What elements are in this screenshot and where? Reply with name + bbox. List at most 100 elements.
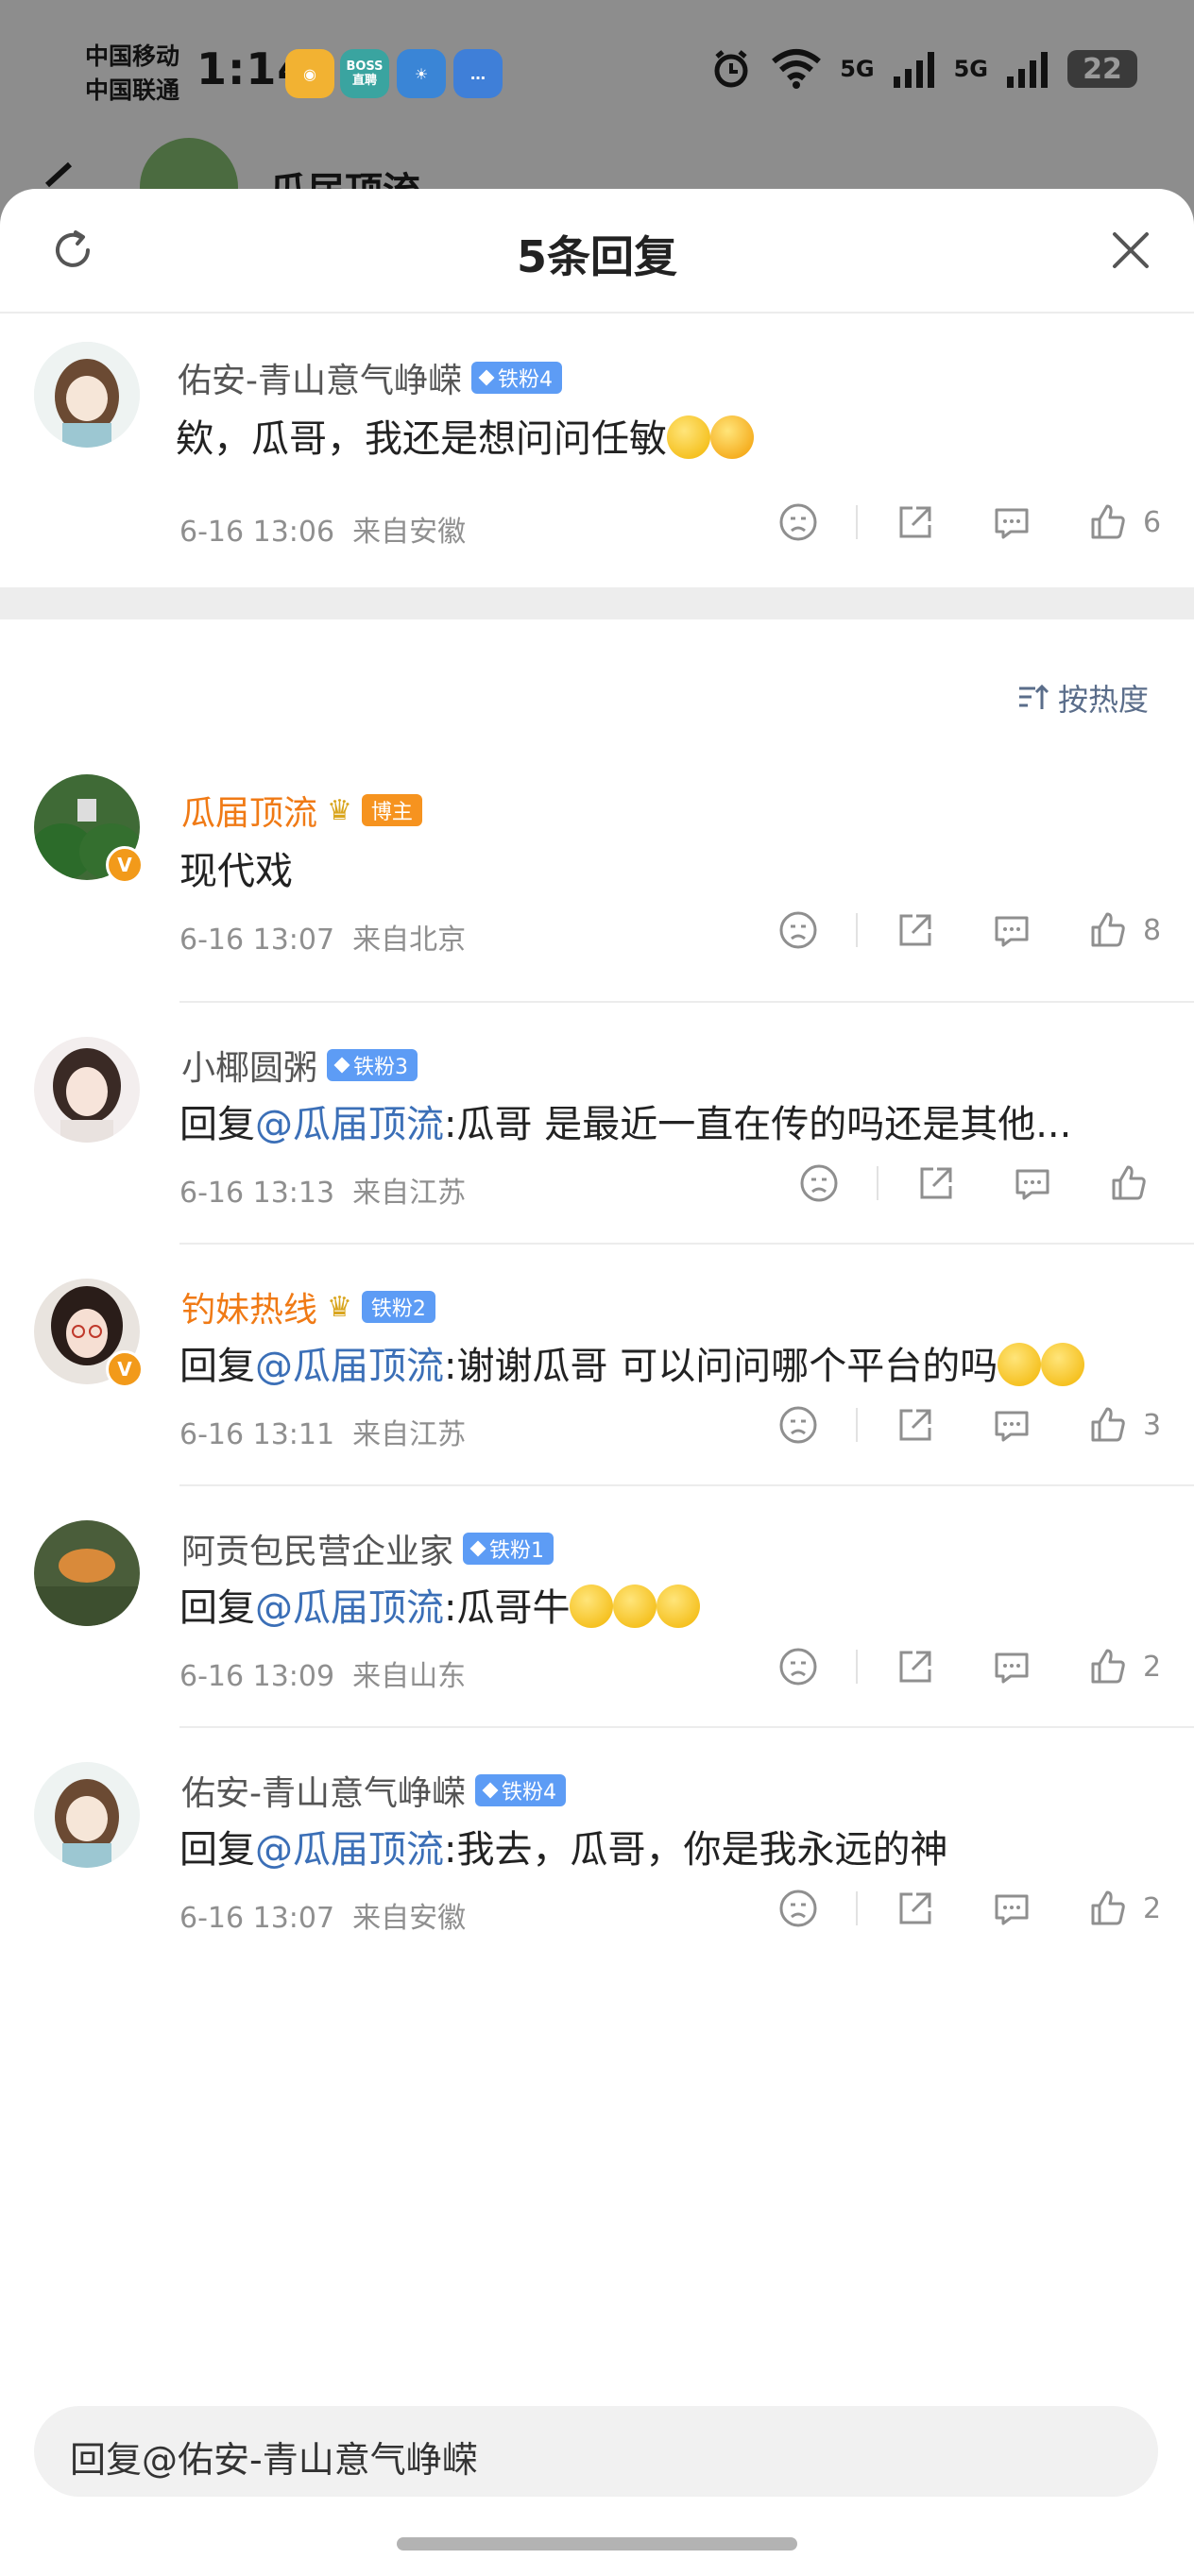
dislike-icon[interactable] bbox=[776, 908, 820, 952]
reply-text[interactable]: 现代戏 bbox=[179, 840, 293, 895]
diamond-icon bbox=[469, 1540, 486, 1557]
reply-text[interactable]: 回复@瓜届顶流:瓜哥牛 bbox=[179, 1577, 701, 1632]
share-icon[interactable] bbox=[914, 1161, 958, 1205]
like-count: 6 bbox=[1143, 505, 1162, 539]
status-indicators: 5G 5G 22 bbox=[709, 47, 1137, 91]
sheet-header: 5条回复 bbox=[0, 189, 1194, 314]
sort-by-hot-button[interactable]: 按热度 bbox=[1016, 676, 1149, 720]
share-icon[interactable] bbox=[894, 1403, 937, 1447]
like-icon[interactable] bbox=[1086, 1403, 1130, 1447]
mention-link[interactable]: @瓜届顶流 bbox=[255, 1345, 444, 1388]
reply-meta: 6-16 13:13 来自江苏 bbox=[179, 1177, 467, 1210]
like-icon[interactable] bbox=[1107, 1161, 1151, 1205]
network-1-label: 5G bbox=[840, 56, 875, 82]
dislike-icon[interactable] bbox=[776, 1887, 820, 1930]
fan-badge: 铁粉4 bbox=[471, 362, 562, 394]
divider bbox=[856, 913, 858, 947]
reply-item: 小椰圆粥 铁粉3 回复@瓜届顶流:瓜哥 是最近一直在传的吗还是其他... 6-1… bbox=[0, 1003, 1194, 1245]
weather-app-icon: ☀ bbox=[397, 49, 446, 98]
like-icon[interactable] bbox=[1086, 1645, 1130, 1688]
comment-icon[interactable] bbox=[990, 908, 1033, 952]
share-icon[interactable] bbox=[894, 1645, 937, 1688]
dislike-icon[interactable] bbox=[776, 1403, 820, 1447]
mention-link[interactable]: @瓜届顶流 bbox=[255, 1103, 444, 1146]
diamond-icon bbox=[478, 369, 495, 386]
tongue-emoji-icon bbox=[657, 1585, 701, 1628]
comment-icon[interactable] bbox=[990, 500, 1033, 544]
replies-sheet: 5条回复 佑安-青山意气峥嵘 铁粉4 欸，瓜哥，我还是想问问任敏 6-16 13… bbox=[0, 189, 1194, 2576]
dislike-icon[interactable] bbox=[797, 1161, 841, 1205]
fan-badge: 铁粉2 bbox=[361, 1291, 435, 1323]
like-icon[interactable] bbox=[1086, 500, 1130, 544]
sort-icon bbox=[1018, 684, 1049, 709]
wifi-icon bbox=[772, 49, 822, 89]
reply-input-placeholder: 回复@佑安-青山意气峥嵘 bbox=[70, 2439, 478, 2481]
divider bbox=[856, 1650, 858, 1684]
reply-actions bbox=[797, 1161, 1151, 1205]
reply-item: 佑安-青山意气峥嵘 铁粉4 回复@瓜届顶流:我去，瓜哥，你是我永远的神 6-16… bbox=[0, 1728, 1194, 1970]
crying-emoji-icon bbox=[1041, 1343, 1085, 1386]
host-badge: 博主 bbox=[361, 794, 422, 826]
mention-link[interactable]: @瓜届顶流 bbox=[255, 1586, 444, 1630]
name-row: 阿贡包民营企业家 铁粉1 bbox=[181, 1524, 554, 1573]
comment-icon[interactable] bbox=[1011, 1161, 1054, 1205]
signal-2-icon bbox=[1007, 52, 1048, 88]
avatar[interactable] bbox=[34, 342, 140, 448]
sort-row: 按热度 bbox=[0, 619, 1194, 761]
comment-text[interactable]: 欸，瓜哥，我还是想问问任敏 bbox=[176, 408, 754, 463]
reply-meta: 6-16 13:07 来自安徽 bbox=[179, 1902, 467, 1935]
verified-icon: V bbox=[106, 846, 144, 884]
avatar[interactable] bbox=[34, 1762, 140, 1868]
diamond-icon bbox=[333, 1057, 350, 1074]
crown-icon: ♛ bbox=[327, 1290, 352, 1324]
name-row: 瓜届顶流 ♛ 博主 bbox=[181, 786, 422, 835]
battery-indicator: 22 bbox=[1067, 50, 1137, 88]
name-row: 小椰圆粥 铁粉3 bbox=[181, 1041, 418, 1090]
fan-badge: 铁粉3 bbox=[327, 1049, 418, 1081]
fan-badge: 铁粉4 bbox=[475, 1774, 566, 1806]
reply-text[interactable]: 回复@瓜届顶流:瓜哥 是最近一直在传的吗还是其他... bbox=[179, 1093, 1071, 1148]
username[interactable]: 小椰圆粥 bbox=[181, 1041, 317, 1090]
reply-actions: 2 bbox=[776, 1887, 1162, 1930]
reply-item: V 瓜届顶流 ♛ 博主 现代戏 6-16 13:07 来自北京 8 bbox=[0, 761, 1194, 1003]
share-icon[interactable] bbox=[894, 1887, 937, 1930]
emoji-icon bbox=[667, 415, 710, 459]
home-indicator[interactable] bbox=[397, 2537, 797, 2551]
reply-actions: 8 bbox=[776, 908, 1162, 952]
username[interactable]: 佑安-青山意气峥嵘 bbox=[181, 1766, 466, 1815]
crying-emoji-icon bbox=[998, 1343, 1042, 1386]
comment-icon[interactable] bbox=[990, 1887, 1033, 1930]
comment-meta: 6-16 13:06 来自安徽 bbox=[179, 516, 467, 549]
username[interactable]: 阿贡包民营企业家 bbox=[181, 1524, 453, 1573]
dislike-icon[interactable] bbox=[776, 500, 820, 544]
close-icon[interactable] bbox=[1109, 229, 1152, 272]
like-icon[interactable] bbox=[1086, 908, 1130, 952]
reply-meta: 6-16 13:07 来自北京 bbox=[179, 924, 467, 957]
reply-actions: 2 bbox=[776, 1645, 1162, 1688]
like-count: 2 bbox=[1143, 1650, 1162, 1684]
reply-actions: 3 bbox=[776, 1403, 1162, 1447]
username[interactable]: 瓜届顶流 bbox=[181, 786, 317, 835]
avatar[interactable] bbox=[34, 1037, 140, 1143]
verified-icon: V bbox=[106, 1350, 144, 1388]
reply-text[interactable]: 回复@瓜届顶流:我去，瓜哥，你是我永远的神 bbox=[179, 1819, 947, 1873]
comment-icon[interactable] bbox=[990, 1403, 1033, 1447]
boss-zhipin-app-icon: BOSS 直聘 bbox=[340, 49, 389, 98]
carrier-2: 中国联通 bbox=[85, 76, 180, 104]
section-divider bbox=[0, 587, 1194, 619]
like-icon[interactable] bbox=[1086, 1887, 1130, 1930]
reply-input[interactable]: 回复@佑安-青山意气峥嵘 bbox=[34, 2406, 1158, 2497]
mention-link[interactable]: @瓜届顶流 bbox=[255, 1828, 444, 1872]
carrier-labels: 中国移动 中国联通 bbox=[85, 40, 179, 108]
share-icon[interactable] bbox=[894, 500, 937, 544]
signal-1-icon bbox=[893, 52, 934, 88]
share-icon[interactable] bbox=[894, 908, 937, 952]
username[interactable]: 钓妹热线 bbox=[181, 1282, 317, 1331]
network-2-label: 5G bbox=[953, 56, 988, 82]
crown-icon: ♛ bbox=[327, 793, 352, 827]
dislike-icon[interactable] bbox=[776, 1645, 820, 1688]
avatar[interactable] bbox=[34, 1520, 140, 1626]
comment-icon[interactable] bbox=[990, 1645, 1033, 1688]
reply-text[interactable]: 回复@瓜届顶流:谢谢瓜哥 可以问问哪个平台的吗 bbox=[179, 1335, 1085, 1390]
username[interactable]: 佑安-青山意气峥嵘 bbox=[178, 353, 462, 402]
